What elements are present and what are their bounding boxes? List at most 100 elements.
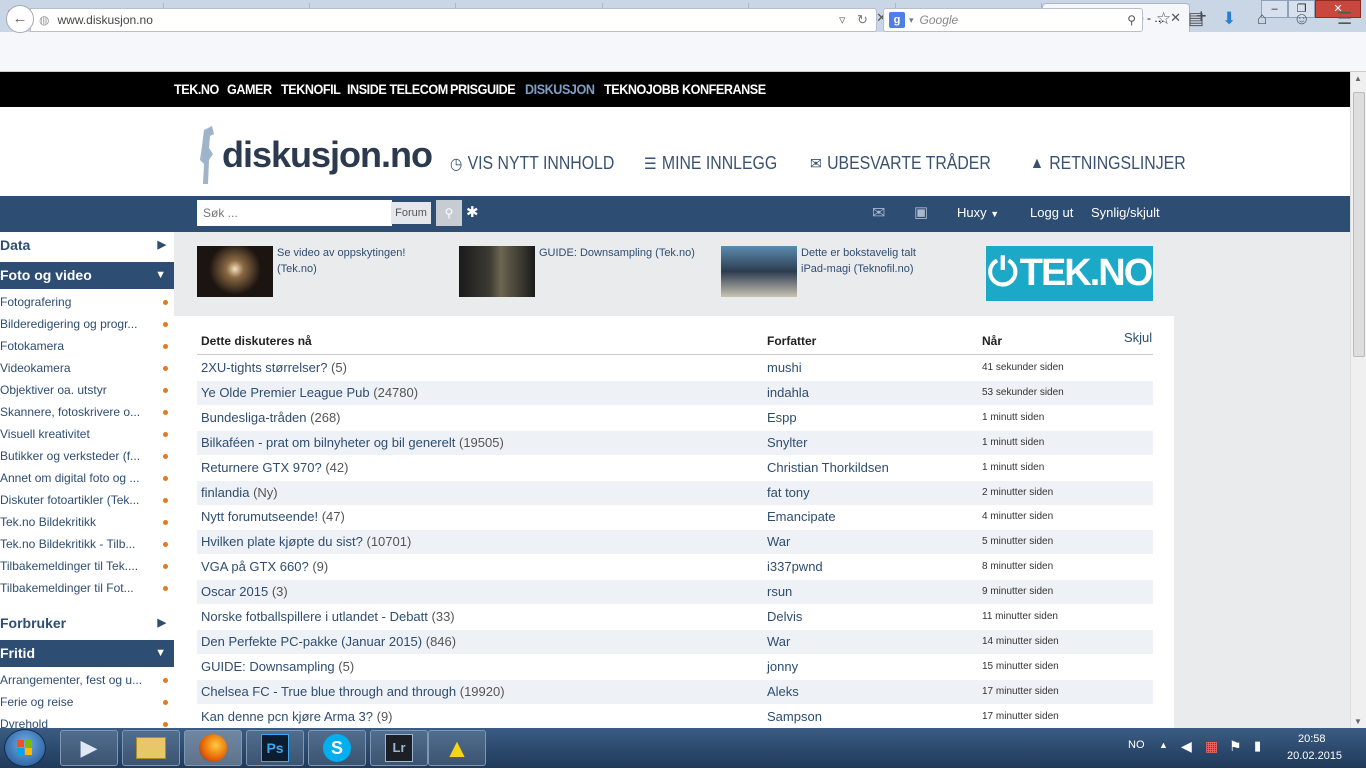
nav-new-content[interactable]: ◷ VIS NYTT INNHOLD — [450, 153, 614, 174]
warning-icon[interactable]: ▲ — [428, 730, 486, 766]
profile-icon[interactable]: ▣ — [914, 203, 928, 221]
forum-search-input[interactable] — [197, 200, 392, 226]
site-nav-item[interactable]: GAMER — [227, 81, 272, 97]
search-scope-button[interactable]: Forum — [391, 202, 431, 224]
file-explorer-icon[interactable] — [122, 730, 180, 766]
sidebar-item[interactable]: Arrangementer, fest og u... — [0, 669, 174, 691]
bookmark-star-icon[interactable]: ☆ — [1156, 9, 1171, 29]
back-button[interactable]: ← — [6, 5, 34, 33]
site-nav-item[interactable]: TEK.NO — [174, 81, 219, 97]
url-bar[interactable]: ◍ www.diskusjon.no ▿ ↻ — [30, 8, 877, 32]
site-nav-item[interactable]: PRISGUIDE — [450, 81, 516, 97]
home-icon[interactable]: ⌂ — [1257, 9, 1267, 29]
topic-link[interactable]: Chelsea FC - True blue through and throu… — [201, 684, 505, 699]
scroll-up-icon[interactable]: ▲ — [1354, 74, 1362, 83]
author-link[interactable]: War — [767, 534, 790, 549]
search-submit-icon[interactable]: ⚲ — [436, 200, 462, 226]
sidebar-item[interactable]: Tilbakemeldinger til Tek.... — [0, 555, 174, 577]
topic-link[interactable]: GUIDE: Downsampling (5) — [201, 659, 354, 674]
sidebar-item[interactable]: Bilderedigering og progr... — [0, 313, 174, 335]
logout-link[interactable]: Logg ut — [1030, 205, 1073, 220]
topic-link[interactable]: Bilkaféen - prat om bilnyheter og bil ge… — [201, 435, 504, 450]
nav-my-posts[interactable]: ☰ MINE INNLEGG — [644, 153, 777, 174]
author-link[interactable]: jonny — [767, 659, 798, 674]
author-link[interactable]: Espp — [767, 410, 797, 425]
visibility-toggle[interactable]: Synlig/skjult — [1091, 205, 1160, 220]
close-tab-icon[interactable]: ✕ — [1170, 10, 1181, 26]
author-link[interactable]: Emancipate — [767, 509, 836, 524]
reload-icon[interactable]: ↻ — [857, 12, 868, 28]
topic-link[interactable]: Ye Olde Premier League Pub (24780) — [201, 385, 418, 400]
topic-link[interactable]: Bundesliga-tråden (268) — [201, 410, 341, 425]
chevron-down-icon[interactable]: ▾ — [909, 15, 914, 26]
gear-icon[interactable]: ✱ — [466, 203, 479, 221]
site-nav-item[interactable]: KONFERANSE — [682, 81, 766, 97]
sidebar-item[interactable]: Visuell kreativitet — [0, 423, 174, 445]
skype-icon[interactable]: S — [308, 730, 366, 766]
sidebar-item[interactable]: Videokamera — [0, 357, 174, 379]
sidebar-item[interactable]: Objektiver oa. utstyr — [0, 379, 174, 401]
action-center-icon[interactable]: ⚑ — [1229, 738, 1242, 755]
topic-link[interactable]: Oscar 2015 (3) — [201, 584, 288, 599]
topic-link[interactable]: Hvilken plate kjøpte du sist? (10701) — [201, 534, 411, 549]
topic-link[interactable]: 2XU-tights størrelser? (5) — [201, 360, 347, 375]
reading-list-icon[interactable]: ▤ — [1188, 9, 1204, 29]
language-indicator[interactable]: NO — [1128, 739, 1145, 751]
promo-thumbnail-launch[interactable] — [197, 246, 273, 297]
promo-link[interactable]: Dette er bokstavelig talt iPad-magi (Tek… — [801, 245, 941, 277]
author-link[interactable]: War — [767, 634, 790, 649]
volume-icon[interactable]: ◀ — [1181, 738, 1192, 755]
site-nav-item[interactable]: TEKNOJOBB — [604, 81, 680, 97]
vertical-scrollbar[interactable]: ▲ ▼ — [1350, 72, 1366, 728]
start-button[interactable] — [4, 729, 46, 767]
hide-button[interactable]: Skjul — [1124, 330, 1152, 345]
sidebar-item[interactable]: Dyrehold — [0, 713, 174, 728]
promo-link[interactable]: GUIDE: Downsampling (Tek.no) — [539, 245, 709, 261]
google-icon[interactable]: g — [889, 12, 905, 28]
site-nav-item[interactable]: DISKUSJON — [525, 81, 595, 97]
sidebar-item[interactable]: Tilbakemeldinger til Fot... — [0, 577, 174, 599]
nav-guidelines[interactable]: ▲ RETNINGSLINJER — [1030, 153, 1186, 174]
sidebar-item[interactable]: Tek.no Bildekritikk — [0, 511, 174, 533]
site-nav-item[interactable]: INSIDE TELECOM — [347, 81, 448, 97]
author-link[interactable]: Christian Thorkildsen — [767, 460, 889, 475]
clock-time[interactable]: 20:58 — [1298, 733, 1326, 745]
author-link[interactable]: mushi — [767, 360, 802, 375]
sidebar-section-data[interactable]: Data ▶ — [0, 232, 174, 259]
promo-thumbnail-guide[interactable] — [459, 246, 535, 297]
topic-link[interactable]: Returnere GTX 970? (42) — [201, 460, 348, 475]
site-logo[interactable]: diskusjon.no — [196, 124, 433, 186]
topic-link[interactable]: finlandia (Ny) — [201, 485, 278, 500]
tekno-brand-banner[interactable]: ⏻ TEK.NO — [986, 246, 1153, 301]
clock-date[interactable]: 20.02.2015 — [1287, 750, 1342, 762]
download-icon[interactable]: ⬇ — [1222, 9, 1236, 29]
sidebar-item[interactable]: Fotografering — [0, 291, 174, 313]
author-link[interactable]: fat tony — [767, 485, 810, 500]
author-link[interactable]: rsun — [767, 584, 792, 599]
nav-unanswered[interactable]: ✉ UBESVARTE TRÅDER — [810, 153, 991, 174]
author-link[interactable]: Sampson — [767, 709, 822, 724]
sidebar-item[interactable]: Skannere, fotoskrivere o... — [0, 401, 174, 423]
author-link[interactable]: Snylter — [767, 435, 807, 450]
author-link[interactable]: Aleks — [767, 684, 799, 699]
sidebar-item[interactable]: Diskuter fotoartikler (Tek... — [0, 489, 174, 511]
scroll-down-icon[interactable]: ▼ — [1354, 717, 1362, 726]
search-icon[interactable]: ⚲ — [1127, 13, 1136, 27]
scrollbar-thumb[interactable] — [1353, 92, 1365, 357]
site-nav-item[interactable]: TEKNOFIL — [281, 81, 341, 97]
sidebar-section-forbruker[interactable]: Forbruker ▶ — [0, 610, 174, 637]
network-icon[interactable]: ▦ — [1205, 738, 1218, 755]
lightroom-icon[interactable]: Lr — [370, 730, 428, 766]
sidebar-item[interactable]: Butikker og verksteder (f... — [0, 445, 174, 467]
promo-link[interactable]: Se video av oppskytingen! (Tek.no) — [277, 245, 427, 277]
author-link[interactable]: i337pwnd — [767, 559, 823, 574]
tray-expand-icon[interactable]: ▲ — [1159, 740, 1168, 750]
topic-link[interactable]: VGA på GTX 660? (9) — [201, 559, 328, 574]
menu-icon[interactable]: ☰ — [1337, 9, 1352, 29]
author-link[interactable]: Delvis — [767, 609, 802, 624]
sidebar-item[interactable]: Annet om digital foto og ... — [0, 467, 174, 489]
photoshop-icon[interactable]: Ps — [246, 730, 304, 766]
search-bar[interactable]: g ▾ Google ⚲ — [883, 8, 1143, 32]
user-menu[interactable]: Huxy ▼ — [957, 205, 999, 220]
sidebar-item[interactable]: Tek.no Bildekritikk - Tilb... — [0, 533, 174, 555]
